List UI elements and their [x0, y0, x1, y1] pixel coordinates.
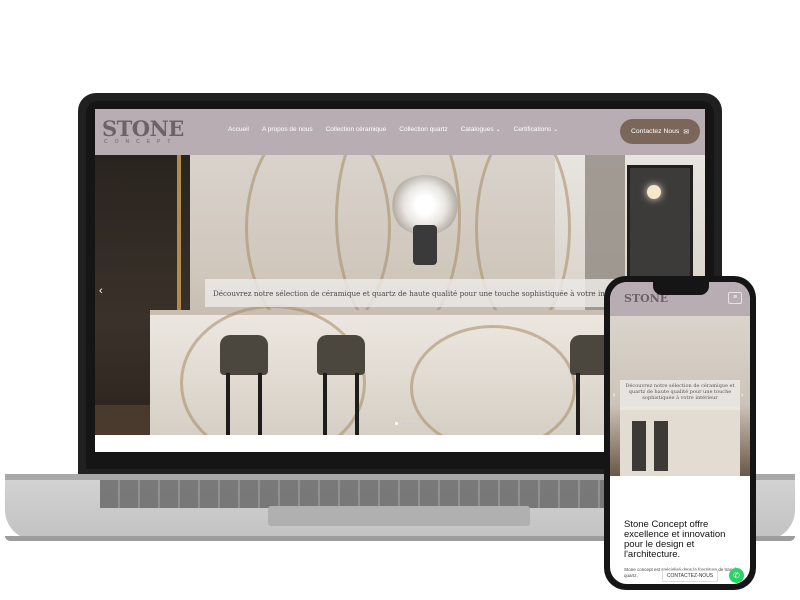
laptop-keyboard — [100, 480, 660, 508]
chevron-left-icon[interactable]: ‹ — [613, 392, 615, 399]
marble-vein — [410, 325, 576, 435]
stool-seat — [317, 335, 365, 375]
nav-item-collection-quartz[interactable]: Collection quartz — [399, 126, 447, 133]
slider-dot[interactable] — [395, 422, 398, 425]
nav-item-certifications[interactable]: Certifications ⌄ — [514, 126, 559, 133]
vase — [413, 225, 437, 265]
contact-button-label: Contactez Nous — [630, 128, 680, 135]
mobile-hero: Découvrez notre sélection de céramique e… — [610, 316, 750, 476]
contact-button[interactable]: Contactez Nous ✉ — [620, 119, 700, 144]
stool-leg — [258, 373, 262, 435]
nav-item-accueil[interactable]: Accueil — [228, 126, 249, 133]
whatsapp-icon[interactable]: ✆ — [729, 568, 744, 583]
mobile-contact-button[interactable]: CONTACTEZ-NOUS — [662, 570, 718, 582]
mail-icon: ✉ — [683, 128, 690, 136]
wall-lamp — [647, 185, 661, 199]
stool-leg — [355, 373, 359, 435]
slider-dot[interactable] — [402, 422, 405, 425]
mobile-heading: Stone Concept offre excellence et innova… — [624, 519, 726, 560]
phone-device: STONE ≡ Découvrez notre sélection de cér… — [604, 276, 756, 590]
nav-item-collection-ceramique[interactable]: Collection céramique — [326, 126, 387, 133]
chevron-left-icon[interactable]: ‹ — [99, 285, 103, 297]
bar-stool — [220, 335, 268, 435]
mobile-bar-stool — [632, 421, 646, 471]
nav-item-a-propos[interactable]: A propos de nous — [262, 126, 313, 133]
nav-item-catalogues-label: Catalogues — [460, 126, 494, 133]
phone-notch — [653, 282, 709, 295]
slider-dot[interactable] — [409, 422, 412, 425]
hero-caption: Découvrez notre sélection de céramique e… — [205, 279, 633, 307]
mobile-bar-stool — [654, 421, 668, 471]
chevron-down-icon: ⌄ — [495, 127, 501, 133]
stool-leg — [323, 373, 327, 435]
chevron-down-icon: ⌄ — [553, 127, 559, 133]
mobile-hero-caption: Découvrez notre sélection de céramique e… — [620, 380, 740, 410]
logo-text: STONE — [102, 116, 184, 141]
main-menu: Accueil A propos de nous Collection céra… — [228, 126, 558, 133]
stool-seat — [220, 335, 268, 375]
laptop-trackpad — [268, 506, 530, 526]
stool-leg — [226, 373, 230, 435]
slider-dots — [395, 422, 412, 425]
stool-leg — [576, 373, 580, 435]
mobile-screen: STONE ≡ Découvrez notre sélection de cér… — [610, 282, 750, 584]
nav-item-catalogues[interactable]: Catalogues ⌄ — [461, 126, 501, 133]
bar-stool — [317, 335, 365, 435]
site-logo[interactable]: STONE CONCEPT — [102, 116, 184, 145]
logo-subtext: CONCEPT — [104, 139, 178, 145]
chevron-right-icon[interactable]: › — [741, 392, 743, 399]
desktop-header: STONE CONCEPT Accueil A propos de nous C… — [95, 109, 705, 155]
hamburger-icon[interactable]: ≡ — [728, 292, 742, 304]
nav-item-certifications-label: Certifications — [513, 126, 552, 133]
